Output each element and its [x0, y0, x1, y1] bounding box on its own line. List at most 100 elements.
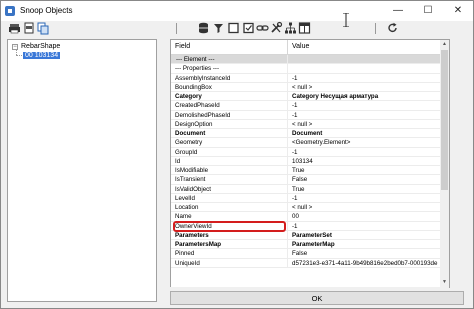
value-cell: -1	[292, 74, 298, 82]
table-row[interactable]: IsValidObject True	[171, 184, 441, 194]
table-row[interactable]: Category Category Несущая арматура	[171, 92, 441, 102]
column-divider	[287, 92, 288, 101]
close-button[interactable]: ✕	[443, 1, 473, 21]
column-divider	[287, 221, 288, 230]
database-icon[interactable]	[197, 21, 210, 35]
table-row[interactable]: UniqueId d57231e3-e371-4a11-9b49b816e2bed…	[171, 258, 441, 268]
scroll-down-icon[interactable]: ▼	[440, 278, 449, 287]
column-divider	[287, 240, 288, 249]
field-cell: BoundingBox	[175, 83, 212, 91]
value-cell: True	[292, 167, 305, 174]
field-cell: IsModifiable	[175, 167, 209, 174]
field-cell: Category	[175, 93, 202, 100]
ok-button[interactable]: OK	[170, 291, 464, 305]
field-cell: IsValidObject	[175, 185, 211, 193]
field-cell: Geometry	[175, 139, 203, 147]
hierarchy-icon[interactable]	[284, 21, 297, 35]
scroll-up-icon[interactable]: ▲	[440, 40, 449, 49]
value-cell: ParameterMap	[292, 241, 335, 248]
table-row[interactable]: Document Document	[171, 129, 441, 139]
checkbox-icon[interactable]	[242, 21, 255, 35]
table-row[interactable]: CreatedPhaseId -1	[171, 101, 441, 111]
value-column-header[interactable]: Value	[292, 43, 309, 50]
tree-node-103134[interactable]: 00 103134	[23, 51, 61, 60]
value-cell: -1	[292, 102, 298, 110]
table-row[interactable]: Pinned False	[171, 249, 441, 259]
table-row[interactable]: Id 103134	[171, 156, 441, 166]
table-icon[interactable]	[298, 21, 311, 35]
value-cell: Document	[292, 130, 323, 137]
column-divider	[287, 193, 288, 202]
table-row[interactable]: Geometry <Geometry.Element>	[171, 138, 441, 148]
column-divider	[287, 73, 288, 82]
field-cell: Id	[175, 157, 181, 165]
table-row[interactable]: --- Properties ---	[171, 64, 441, 74]
field-column-header[interactable]: Field	[175, 43, 190, 50]
field-cell: Name	[175, 213, 192, 221]
refresh-icon[interactable]	[386, 21, 399, 35]
value-cell: -1	[292, 111, 298, 119]
table-row[interactable]: GroupId -1	[171, 147, 441, 157]
value-cell: Category Несущая арматура	[292, 93, 379, 100]
table-row[interactable]: Parameters ParameterSet	[171, 230, 441, 240]
vertical-scrollbar[interactable]: ▲ ▼	[440, 39, 450, 288]
app-icon	[5, 6, 15, 16]
copy-icon[interactable]	[37, 21, 50, 35]
table-row[interactable]: LevelId -1	[171, 193, 441, 203]
column-divider	[287, 138, 288, 147]
value-cell: < null >	[292, 83, 313, 91]
column-divider	[287, 166, 288, 175]
window-title: Snoop Objects	[20, 6, 73, 15]
column-divider	[287, 101, 288, 110]
table-row[interactable]: DemolishedPhaseId -1	[171, 110, 441, 120]
table-row[interactable]: IsModifiable True	[171, 166, 441, 176]
collapse-icon[interactable]: −	[12, 44, 18, 50]
table-row[interactable]: BoundingBox < null >	[171, 82, 441, 92]
print-icon[interactable]	[8, 21, 21, 35]
field-cell: --- Properties ---	[175, 65, 220, 73]
table-row[interactable]: AssemblyInstanceId -1	[171, 73, 441, 83]
column-divider	[287, 147, 288, 156]
properties-grid: Field Value --- Element --- --- Propertie…	[170, 39, 442, 288]
grid-header: Field Value	[171, 40, 441, 55]
field-cell: DemolishedPhaseId	[175, 111, 231, 119]
value-cell: <Geometry.Element>	[292, 139, 351, 147]
column-divider	[287, 129, 288, 138]
value-cell: False	[292, 250, 308, 258]
field-cell: DesignOption	[175, 120, 213, 128]
name-row-highlight	[173, 221, 286, 232]
field-cell: AssemblyInstanceId	[175, 74, 231, 82]
object-tree[interactable]: − RebarShape 00 103134	[7, 39, 157, 302]
field-cell: Document	[175, 130, 206, 137]
value-cell: -1	[292, 148, 298, 156]
tools-icon[interactable]	[270, 21, 283, 35]
column-divider	[287, 249, 288, 258]
maximize-button[interactable]: ☐	[413, 1, 443, 21]
value-cell: False	[292, 176, 308, 184]
table-row[interactable]: IsTransient False	[171, 175, 441, 185]
table-row[interactable]: Location < null >	[171, 203, 441, 213]
link-icon[interactable]	[256, 21, 269, 35]
field-cell: GroupId	[175, 148, 198, 156]
table-row[interactable]: DesignOption < null >	[171, 119, 441, 129]
scrollbar-thumb[interactable]	[441, 50, 448, 190]
filter-icon[interactable]	[212, 21, 225, 35]
tree-node-label: RebarShape	[21, 43, 61, 50]
value-cell: ParameterSet	[292, 231, 332, 239]
toolbar-separator	[176, 23, 177, 34]
field-cell: UniqueId	[175, 259, 200, 267]
column-divider	[287, 110, 288, 119]
minimize-button[interactable]: —	[383, 1, 413, 21]
column-divider	[287, 82, 288, 91]
value-cell: 00	[292, 213, 299, 221]
square-icon[interactable]	[227, 21, 240, 35]
print-preview-icon[interactable]	[23, 21, 36, 35]
tree-node-label: 00 103134	[23, 52, 61, 59]
column-divider	[287, 175, 288, 184]
grid-rows: --- Element --- --- Properties --- Assembl…	[171, 55, 441, 268]
table-row[interactable]: --- Element ---	[171, 55, 441, 65]
table-row[interactable]: ParametersMap ParameterMap	[171, 240, 441, 250]
column-divider	[287, 212, 288, 221]
field-cell: CreatedPhaseId	[175, 102, 220, 110]
value-cell: 103134	[292, 157, 313, 165]
